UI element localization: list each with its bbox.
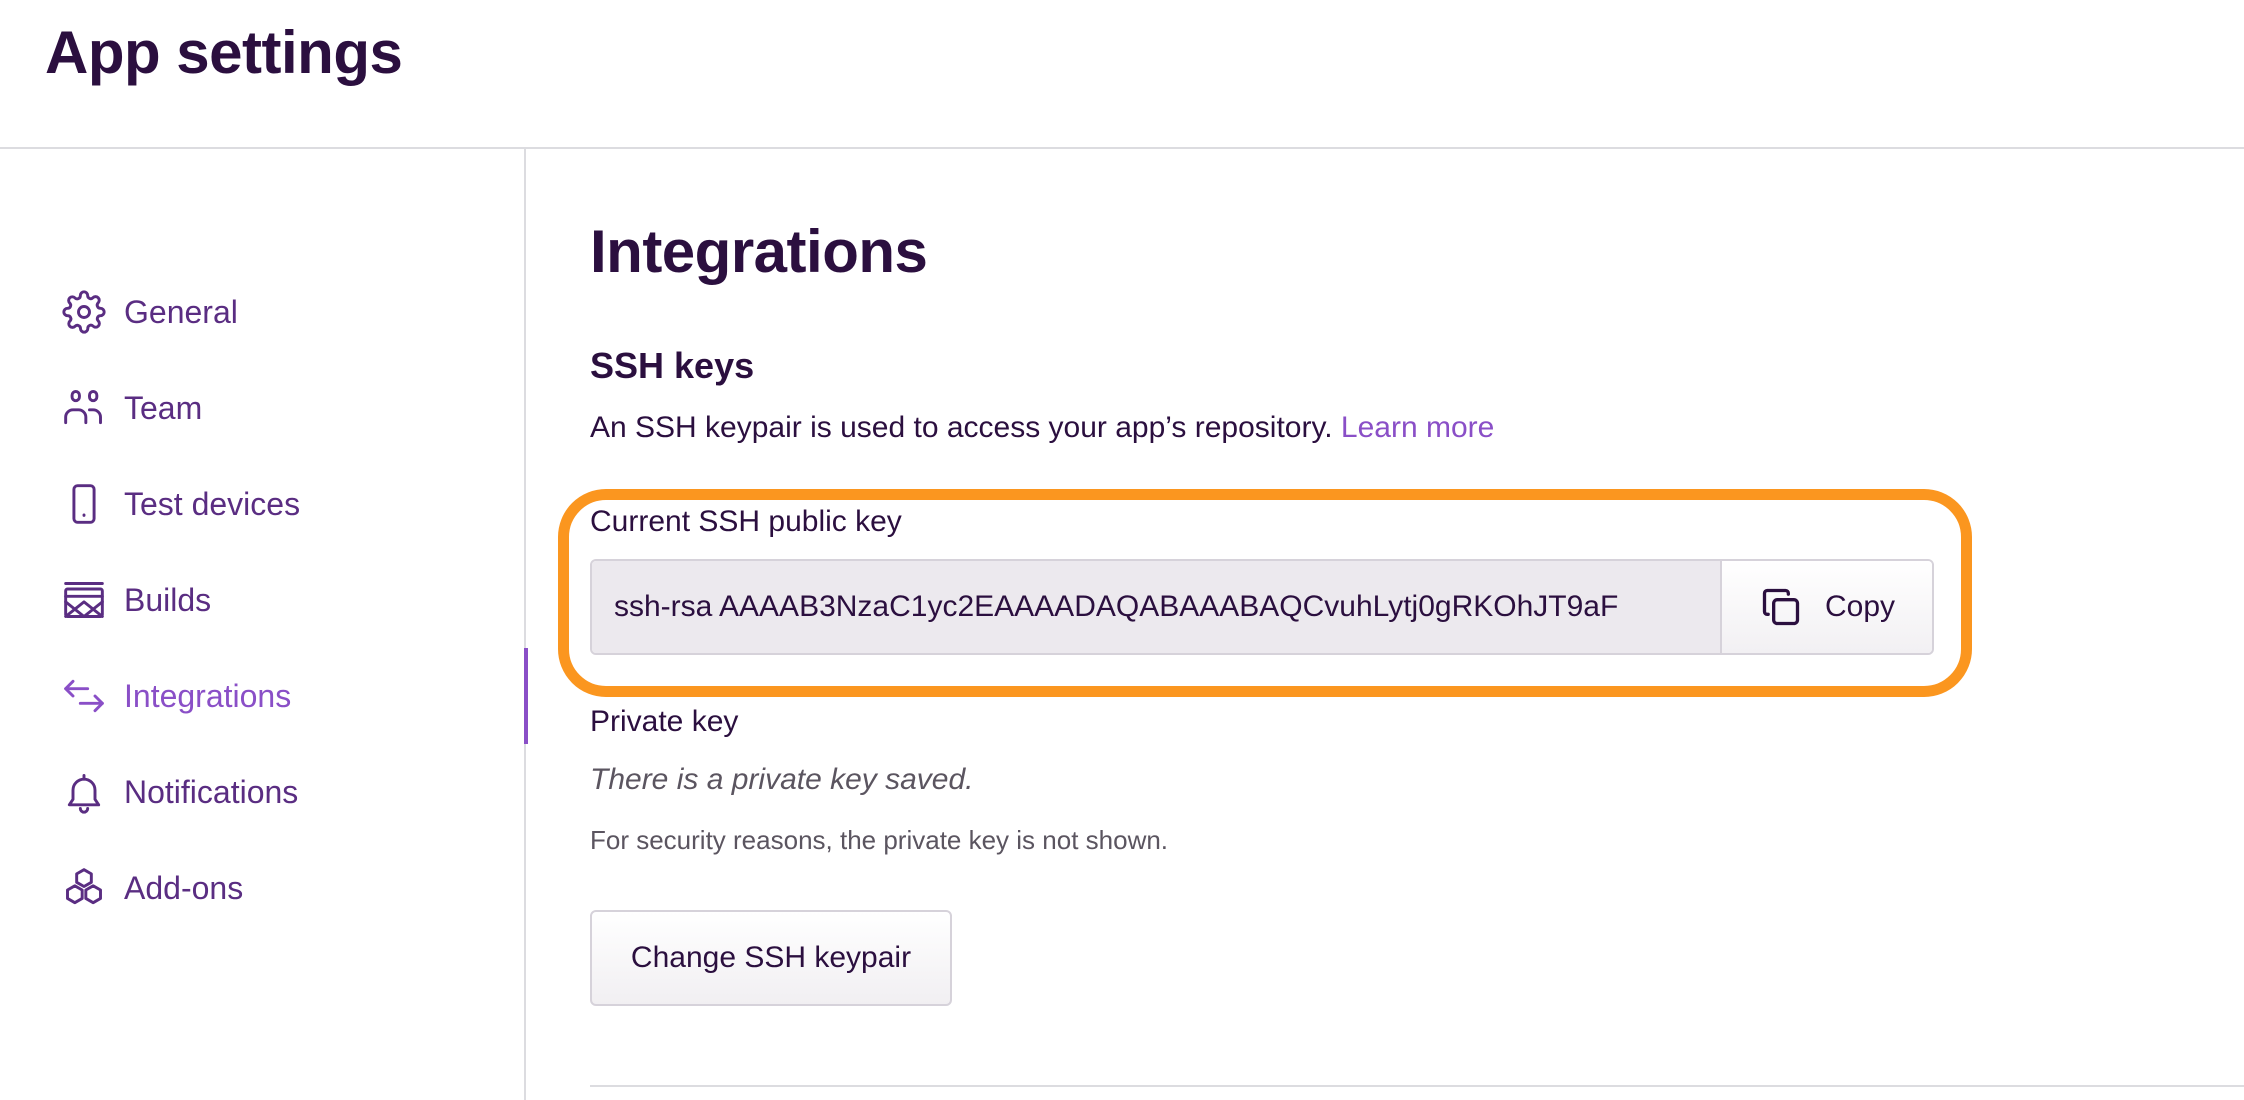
section-divider: [590, 1085, 2244, 1087]
section-description: An SSH keypair is used to access your ap…: [590, 411, 1494, 445]
sidebar-item-notifications[interactable]: Notifications: [0, 744, 526, 840]
sidebar-item-builds[interactable]: Builds: [0, 552, 526, 648]
hexagons-icon: [62, 866, 106, 910]
sidebar-item-label: Team: [124, 389, 203, 426]
sidebar-item-label: Notifications: [124, 773, 299, 810]
sidebar-item-add-ons[interactable]: Add-ons: [0, 840, 526, 936]
phone-icon: [62, 482, 106, 526]
app-title: App settings: [45, 19, 403, 86]
learn-more-link[interactable]: Learn more: [1341, 411, 1494, 444]
settings-sidebar: General Team Test devices Builds Integra…: [0, 149, 528, 1100]
private-key-label: Private key: [590, 705, 739, 738]
security-note: For security reasons, the private key is…: [590, 825, 1169, 855]
team-icon: [62, 386, 106, 430]
active-indicator: [524, 648, 528, 744]
main-content: Integrations SSH keys An SSH keypair is …: [558, 149, 2244, 1100]
sidebar-item-label: General: [124, 293, 238, 330]
copy-label: Copy: [1824, 590, 1896, 623]
arrows-exchange-icon: [62, 674, 106, 718]
copy-button[interactable]: Copy: [1720, 561, 1932, 653]
sidebar-item-test-devices[interactable]: Test devices: [0, 456, 526, 552]
public-key-field[interactable]: [592, 561, 1720, 653]
private-key-note: There is a private key saved.: [590, 763, 974, 796]
sidebar-item-integrations[interactable]: Integrations: [0, 648, 528, 744]
public-key-group: Copy: [590, 559, 1934, 655]
sidebar-item-team[interactable]: Team: [0, 360, 526, 456]
public-key-label: Current SSH public key: [590, 505, 902, 538]
sidebar-item-general[interactable]: General: [0, 264, 526, 360]
section-title-ssh-keys: SSH keys: [590, 345, 755, 386]
sidebar-item-label: Integrations: [124, 677, 292, 714]
ssh-description-text: An SSH keypair is used to access your ap…: [590, 411, 1333, 444]
page-header: App settings: [0, 0, 2244, 149]
change-ssh-keypair-button[interactable]: Change SSH keypair: [590, 910, 952, 1006]
builds-icon: [62, 578, 106, 622]
bell-icon: [62, 770, 106, 814]
sidebar-item-label: Add-ons: [124, 869, 244, 906]
sidebar-item-label: Builds: [124, 581, 212, 618]
gear-icon: [62, 290, 106, 334]
page-title: Integrations: [590, 218, 928, 285]
sidebar-item-label: Test devices: [124, 485, 301, 522]
copy-icon: [1759, 585, 1803, 629]
